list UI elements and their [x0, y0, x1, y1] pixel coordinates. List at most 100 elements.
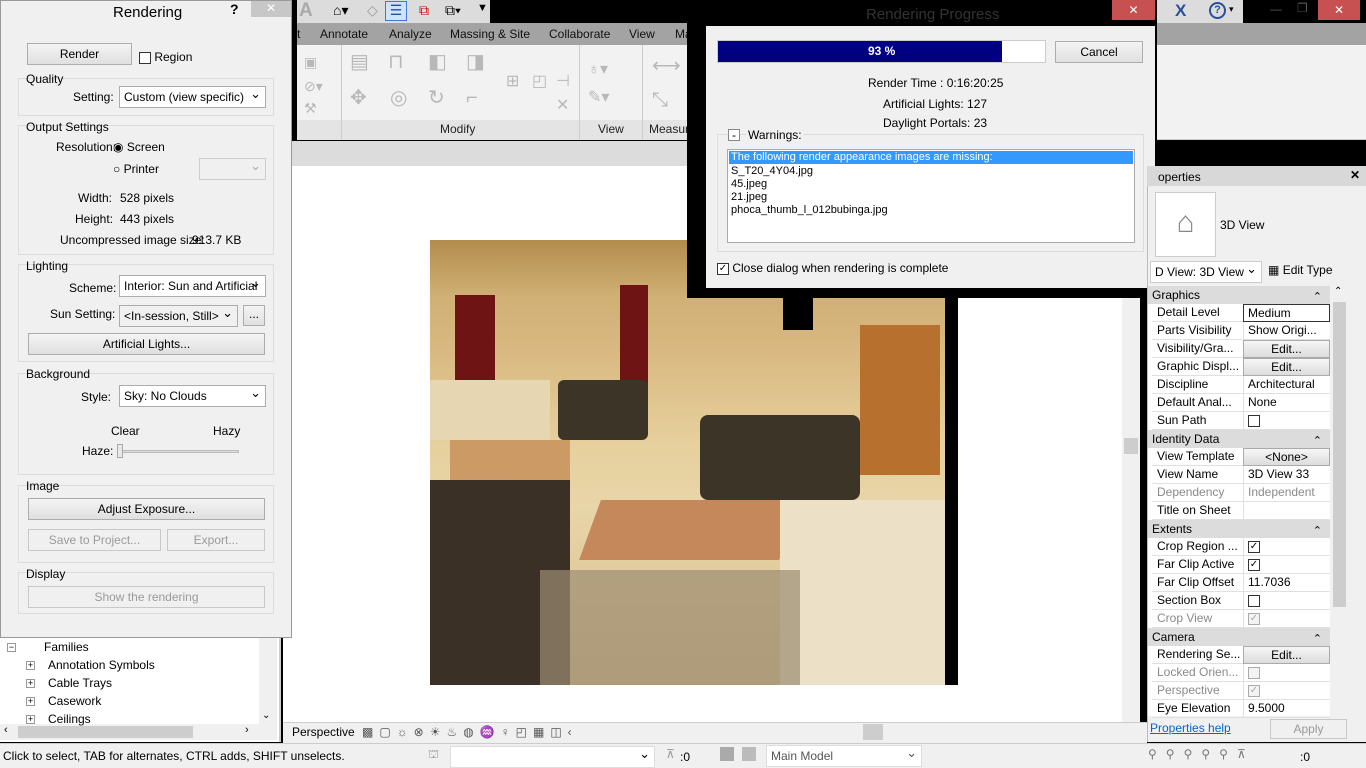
workset-select[interactable]	[450, 744, 655, 768]
tab-view[interactable]: View	[629, 27, 655, 41]
customize-icon[interactable]: ▼	[477, 2, 488, 14]
design-option-select[interactable]: Main Model	[766, 743, 922, 767]
property-checkbox[interactable]: ✓	[1248, 540, 1260, 553]
filter-icon[interactable]: ⊼	[666, 747, 675, 761]
property-row[interactable]: Far Clip Offset 11.7036	[1152, 574, 1330, 592]
tab-annotate[interactable]: Annotate	[320, 27, 368, 41]
property-value[interactable]	[1243, 592, 1330, 610]
browser-hscrollbar[interactable]: ‹ ›	[0, 724, 277, 740]
category-identity[interactable]: Identity Data	[1148, 430, 1330, 450]
help-icon[interactable]: ?	[1209, 2, 1226, 19]
property-checkbox[interactable]	[1248, 666, 1260, 679]
printer-dpi-select[interactable]	[199, 156, 266, 180]
property-row[interactable]: Perspective ✓	[1152, 682, 1330, 700]
property-value[interactable]: Architectural	[1243, 376, 1330, 394]
tree-item[interactable]: Casework	[48, 694, 101, 708]
hammer-icon[interactable]: ⚒	[304, 98, 317, 118]
align-icon[interactable]: ▤	[350, 52, 369, 72]
property-row[interactable]: Title on Sheet	[1152, 502, 1330, 520]
property-value[interactable]: ✓	[1243, 610, 1330, 628]
workset-icon[interactable]: ⛫	[428, 747, 439, 763]
measure-icon[interactable]: ⟷	[652, 56, 681, 76]
property-checkbox[interactable]	[1248, 414, 1260, 427]
close-hidden-windows-icon[interactable]: ⧉	[419, 2, 429, 19]
dimension-icon[interactable]: ⤡	[652, 90, 668, 110]
expand-icon[interactable]: +	[26, 715, 35, 724]
design-options-icon[interactable]	[742, 747, 756, 761]
exchange-x-icon[interactable]: X	[1175, 1, 1186, 21]
delete-icon[interactable]: ✕	[556, 96, 569, 116]
editing-requests-icon[interactable]	[720, 747, 734, 761]
sync-icon[interactable]: ◇	[367, 2, 378, 19]
property-row[interactable]: Crop View ✓	[1152, 610, 1330, 628]
tab-collaborate[interactable]: Collaborate	[549, 27, 610, 41]
haze-slider[interactable]	[119, 450, 239, 453]
cope-icon[interactable]: ⊘▾	[304, 76, 323, 96]
property-row[interactable]: Parts Visibility Show Origi...	[1152, 322, 1330, 340]
cancel-button[interactable]: Cancel	[1055, 41, 1143, 63]
browser-vscrollbar[interactable]: ⌄	[259, 638, 277, 724]
warning-item[interactable]: The following render appearance images a…	[729, 151, 1133, 164]
screen-radio[interactable]: ◉ Screen	[113, 140, 165, 154]
property-value[interactable]: ✓	[1243, 682, 1330, 700]
scale-icon[interactable]: ◰	[532, 72, 547, 92]
warnings-collapse-button[interactable]: -	[728, 129, 740, 141]
view-control-icons[interactable]: ▩▢☼⊗☀♨◍♒♀◰▦◫‹	[362, 725, 578, 739]
property-row[interactable]: Rendering Se... Edit...	[1152, 646, 1330, 664]
minimize-button[interactable]: —	[1270, 2, 1282, 16]
properties-help-link[interactable]: Properties help	[1150, 721, 1231, 735]
property-edit-button[interactable]: Edit...	[1243, 340, 1330, 358]
warning-item[interactable]: 45.jpeg	[728, 178, 1134, 191]
progress-close-button[interactable]: ✕	[1112, 0, 1155, 20]
window-close-button[interactable]: ✕	[1318, 0, 1360, 20]
category-graphics[interactable]: Graphics	[1148, 286, 1330, 306]
property-row[interactable]: Far Clip Active ✓	[1152, 556, 1330, 574]
property-row[interactable]: Locked Orien...	[1152, 664, 1330, 682]
region-checkbox[interactable]: Region	[139, 50, 192, 64]
property-checkbox[interactable]: ✓	[1248, 558, 1260, 571]
rotate-icon[interactable]: ↻	[428, 88, 445, 108]
tree-item[interactable]: Ceilings	[48, 712, 91, 726]
move-icon[interactable]: ✥	[350, 88, 367, 108]
property-row[interactable]: Dependency Independent	[1152, 484, 1330, 502]
property-row[interactable]: Graphic Displ... Edit...	[1152, 358, 1330, 376]
export-button[interactable]: Export...	[167, 529, 265, 551]
haze-slider-thumb[interactable]	[117, 444, 123, 458]
property-value[interactable]: ✓	[1243, 556, 1330, 574]
show-rendering-button[interactable]: Show the rendering	[28, 586, 265, 608]
property-row[interactable]: Section Box	[1152, 592, 1330, 610]
tree-item[interactable]: Cable Trays	[48, 676, 112, 690]
property-value[interactable]	[1243, 664, 1330, 682]
close-button[interactable]: ✕	[251, 1, 291, 17]
tree-item[interactable]: Annotation Symbols	[48, 658, 155, 672]
tree-item-families[interactable]: Families	[44, 640, 89, 654]
revit-logo-icon[interactable]: A	[299, 0, 313, 22]
expand-icon[interactable]: +	[26, 697, 35, 706]
mirror-draw-icon[interactable]: ◨	[466, 52, 485, 72]
warnings-list[interactable]: The following render appearance images a…	[727, 149, 1135, 243]
tab-partial[interactable]: t	[297, 27, 300, 41]
property-value[interactable]: 9.5000	[1243, 700, 1330, 718]
trim-icon[interactable]: ⌐	[466, 88, 478, 108]
property-value[interactable]: 3D View 33	[1243, 466, 1330, 484]
thin-lines-icon[interactable]: ☰	[385, 1, 407, 21]
property-row[interactable]: View Name 3D View 33	[1152, 466, 1330, 484]
property-value[interactable]: Show Origi...	[1243, 322, 1330, 340]
property-value[interactable]: 11.7036	[1243, 574, 1330, 592]
warning-item[interactable]: 21.jpeg	[728, 191, 1134, 204]
expand-icon[interactable]: +	[26, 661, 35, 670]
artificial-lights-button[interactable]: Artificial Lights...	[28, 333, 265, 355]
property-checkbox[interactable]	[1248, 594, 1260, 607]
property-value[interactable]	[1243, 412, 1330, 430]
status-select-icons[interactable]: ⚲⚲⚲⚲⚲⊼	[1148, 747, 1255, 761]
help-button[interactable]: ?	[230, 1, 239, 17]
property-value[interactable]: None	[1243, 394, 1330, 412]
properties-close-icon[interactable]: ✕	[1350, 168, 1360, 182]
restore-button[interactable]: ❐	[1297, 1, 1308, 15]
property-checkbox[interactable]: ✓	[1248, 684, 1260, 697]
copy-icon[interactable]: ◎	[390, 88, 407, 108]
background-style-select[interactable]: Sky: No Clouds	[119, 383, 266, 407]
property-edit-button[interactable]: <None>	[1243, 448, 1330, 466]
property-value[interactable]: ✓	[1243, 538, 1330, 556]
property-row[interactable]: Sun Path	[1152, 412, 1330, 430]
